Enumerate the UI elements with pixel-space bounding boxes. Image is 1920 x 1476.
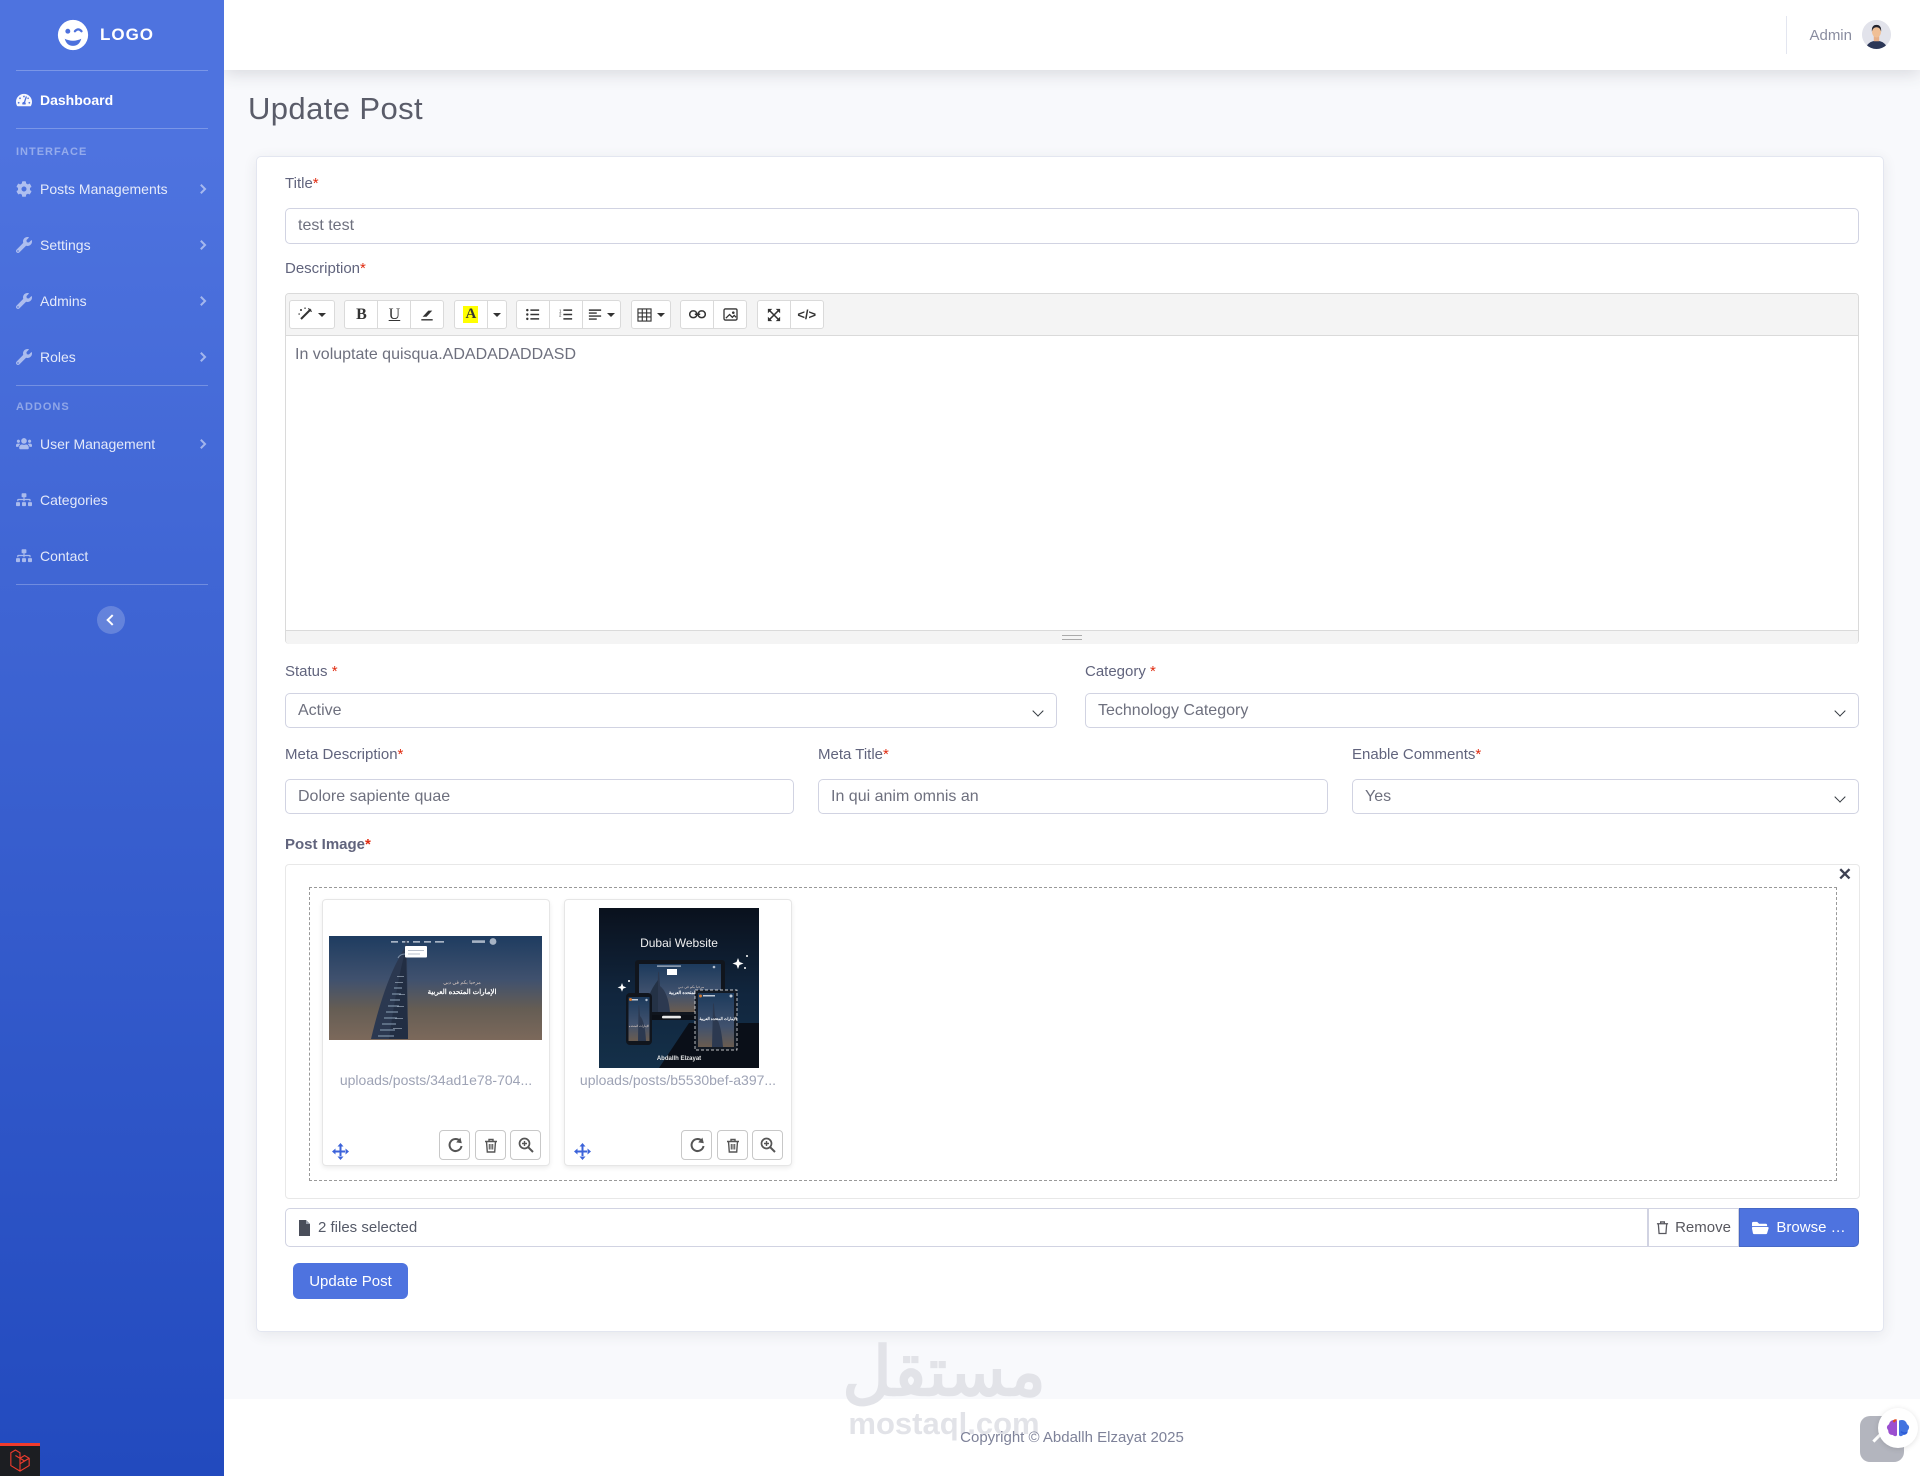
svg-text:مرحبا بكم في دبي: مرحبا بكم في دبي bbox=[443, 980, 481, 986]
svg-text:الإمارات المتحده العربية: الإمارات المتحده العربية bbox=[428, 988, 497, 996]
svg-text:Abdallh Elzayat: Abdallh Elzayat bbox=[657, 1056, 701, 1062]
svg-text:مرحبا بكم في دبي: مرحبا بكم في دبي bbox=[678, 984, 704, 989]
svg-text:2: 2 bbox=[559, 313, 562, 318]
svg-text:Dubai Website: Dubai Website bbox=[640, 936, 718, 950]
